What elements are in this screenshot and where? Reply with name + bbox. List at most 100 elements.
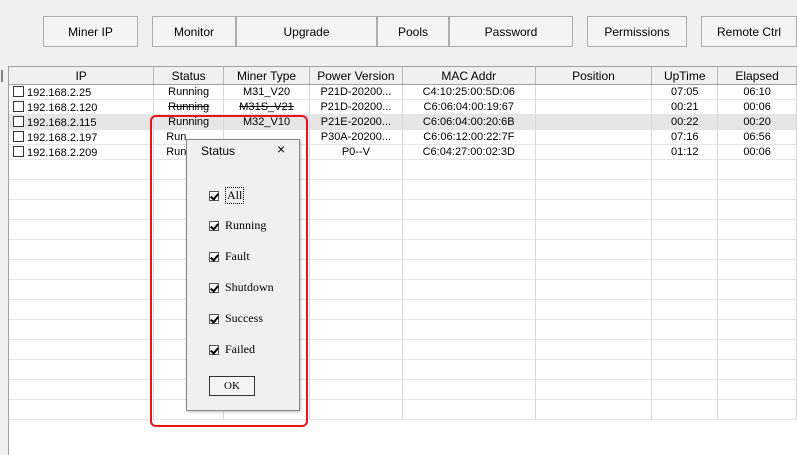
miner-type-cell: M31S_V21: [223, 99, 310, 115]
option-label: Success: [225, 311, 263, 325]
filter-option-success[interactable]: Success: [209, 311, 263, 326]
splitter-handle[interactable]: [1, 70, 3, 82]
empty-row: [9, 159, 797, 180]
row-checkbox[interactable]: [13, 85, 24, 97]
ip-cell: 192.168.2.25: [9, 84, 155, 100]
ip-text: 192.168.2.25: [27, 86, 92, 99]
option-label: Shutdown: [225, 280, 274, 294]
status-cell: Running: [153, 99, 225, 115]
col-header-ip[interactable]: IP: [9, 67, 155, 85]
empty-row: [9, 259, 797, 280]
empty-row: [9, 339, 797, 360]
checkbox-checked-icon[interactable]: [209, 190, 219, 201]
empty-row: [9, 379, 797, 400]
miner-type-cell: M32_V10: [223, 114, 310, 130]
pools-button[interactable]: Pools: [377, 16, 449, 47]
checkbox-checked-icon[interactable]: [209, 251, 219, 262]
row-checkbox[interactable]: [13, 130, 24, 142]
mac-cell: C6:06:04:00:19:67: [402, 99, 536, 115]
ip-cell: 192.168.2.115: [9, 114, 155, 130]
monitor-button[interactable]: Monitor: [152, 16, 236, 47]
position-cell: [535, 129, 653, 145]
option-label: Running: [225, 218, 267, 232]
table-row[interactable]: 192.168.2.115 Running M32_V10 P21E-20200…: [9, 114, 797, 130]
uptime-cell: 07:05: [651, 84, 719, 100]
filter-option-running[interactable]: Running: [209, 218, 266, 233]
table-row[interactable]: 192.168.2.25 Running M31_V20 P21D-20200.…: [9, 84, 797, 100]
uptime-cell: 00:22: [651, 114, 719, 130]
empty-row: [9, 359, 797, 380]
ip-cell: 192.168.2.120: [9, 99, 155, 115]
status-filter-dialog: Status × All Running Fault Shutdown Succ…: [186, 139, 300, 411]
empty-row: [9, 179, 797, 200]
empty-row: [9, 239, 797, 260]
table-row[interactable]: 192.168.2.209 Run P0--V C6:04:27:00:02:3…: [9, 144, 797, 160]
empty-row: [9, 319, 797, 340]
elapsed-cell: 06:10: [717, 84, 797, 100]
toolbar: Miner IP Monitor Upgrade Pools Password …: [0, 0, 797, 66]
mac-cell: C4:10:25:00:5D:06: [402, 84, 536, 100]
ip-cell: 192.168.2.209: [9, 144, 155, 160]
position-cell: [535, 99, 653, 115]
password-button[interactable]: Password: [449, 16, 573, 47]
miner-tool-window: Miner IP Monitor Upgrade Pools Password …: [0, 0, 797, 455]
empty-row: [9, 279, 797, 300]
checkbox-checked-icon[interactable]: [209, 313, 219, 324]
ip-text: 192.168.2.115: [27, 116, 97, 129]
empty-row: [9, 299, 797, 320]
dialog-title: Status: [201, 144, 236, 158]
elapsed-cell: 00:20: [717, 114, 797, 130]
status-cell: Running: [153, 84, 225, 100]
table-header-row: IP Status Miner Type Power Version MAC A…: [9, 67, 797, 85]
uptime-cell: 07:16: [651, 129, 719, 145]
col-header-elapsed[interactable]: Elapsed: [717, 67, 797, 85]
miner-table: IP Status Miner Type Power Version MAC A…: [9, 67, 797, 420]
ip-text: 192.168.2.197: [27, 131, 98, 144]
option-label: Failed: [225, 342, 255, 356]
table-row[interactable]: 192.168.2.120 Running M31S_V21 P21D-2020…: [9, 99, 797, 115]
elapsed-cell: 06:56: [717, 129, 797, 145]
ip-cell: 192.168.2.197: [9, 129, 155, 145]
empty-row: [9, 399, 797, 420]
table-row[interactable]: 192.168.2.197 Run P30A-20200... C6:06:12…: [9, 129, 797, 145]
col-header-mac-addr[interactable]: MAC Addr: [402, 67, 536, 85]
uptime-cell: 01:12: [651, 144, 719, 160]
checkbox-checked-icon[interactable]: [209, 282, 219, 293]
option-label: All: [225, 187, 245, 204]
position-cell: [535, 144, 653, 160]
elapsed-cell: 00:06: [717, 144, 797, 160]
power-version-cell: P21E-20200...: [309, 114, 403, 130]
power-version-cell: P30A-20200...: [309, 129, 403, 145]
empty-row: [9, 219, 797, 240]
col-header-uptime[interactable]: UpTime: [651, 67, 719, 85]
miner-list[interactable]: IP Status Miner Type Power Version MAC A…: [8, 66, 797, 455]
mac-cell: C6:04:27:00:02:3D: [402, 144, 536, 160]
filter-option-failed[interactable]: Failed: [209, 342, 255, 357]
col-header-status[interactable]: Status: [153, 67, 225, 85]
col-header-power-version[interactable]: Power Version: [309, 67, 403, 85]
filter-option-all[interactable]: All: [209, 187, 245, 204]
uptime-cell: 00:21: [651, 99, 719, 115]
ok-button[interactable]: OK: [209, 376, 255, 396]
elapsed-cell: 00:06: [717, 99, 797, 115]
close-icon[interactable]: ×: [277, 141, 285, 157]
option-label: Fault: [225, 249, 250, 263]
row-checkbox[interactable]: [13, 115, 24, 127]
checkbox-checked-icon[interactable]: [209, 220, 219, 231]
mac-cell: C6:06:04:00:20:6B: [402, 114, 536, 130]
row-checkbox[interactable]: [13, 100, 24, 112]
filter-option-fault[interactable]: Fault: [209, 249, 250, 264]
mac-cell: C6:06:12:00:22:7F: [402, 129, 536, 145]
miner-type-cell: M31_V20: [223, 84, 310, 100]
remote-ctrl-button[interactable]: Remote Ctrl: [701, 16, 797, 47]
miner-ip-button[interactable]: Miner IP: [43, 16, 138, 47]
permissions-button[interactable]: Permissions: [587, 16, 687, 47]
row-checkbox[interactable]: [13, 145, 24, 157]
upgrade-button[interactable]: Upgrade: [236, 16, 377, 47]
empty-row: [9, 199, 797, 220]
col-header-position[interactable]: Position: [535, 67, 653, 85]
col-header-miner-type[interactable]: Miner Type: [223, 67, 310, 85]
ip-text: 192.168.2.120: [27, 101, 98, 114]
filter-option-shutdown[interactable]: Shutdown: [209, 280, 274, 295]
checkbox-checked-icon[interactable]: [209, 344, 219, 355]
